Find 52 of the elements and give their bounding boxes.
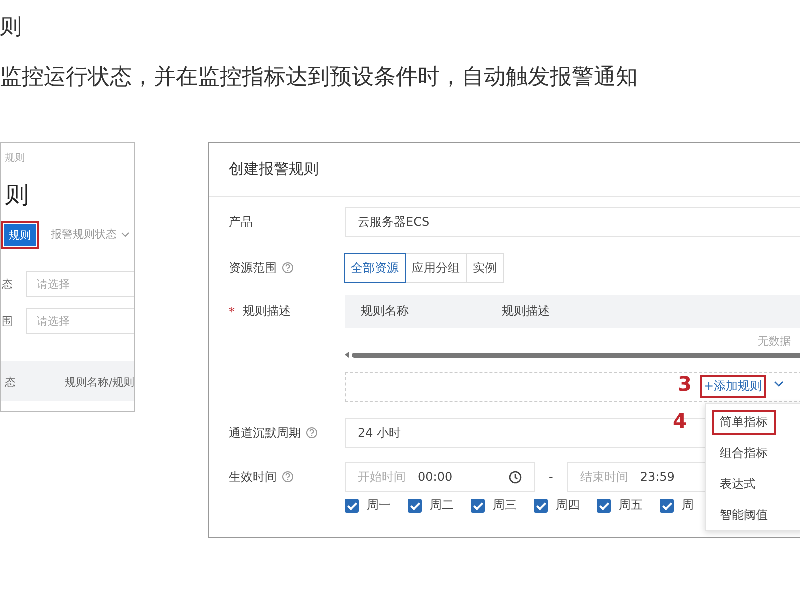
page-title: 则 [5,180,29,211]
column-header: 态 [5,375,16,390]
dialog-title: 创建报警规则 [229,160,319,178]
scope-tab[interactable]: 实例 [466,253,504,283]
checkbox[interactable] [408,498,422,512]
help-icon[interactable] [282,262,294,274]
filter-label: 围 [2,314,14,328]
weekday-label: 周二 [430,497,454,514]
field-label: 规则描述 [243,303,291,320]
weekday-label: 周四 [556,497,580,514]
weekday-label: 周一 [367,497,391,514]
scope-tab[interactable]: 全部资源 [344,253,406,283]
help-icon[interactable] [306,427,318,439]
checkbox[interactable] [534,498,548,512]
scroll-left-icon[interactable] [345,352,350,358]
help-icon[interactable] [282,471,294,483]
step-number: 3 [678,372,692,396]
field-label: 资源范围 [229,260,277,276]
filter-select[interactable]: 请选择 [26,308,134,334]
checkbox[interactable] [660,498,674,512]
filter-label: 态 [2,276,14,292]
step-number: 4 [673,409,687,433]
column-header: 规则名称 [361,304,409,318]
checkbox[interactable] [345,498,359,512]
field-label: 通道沉默周期 [229,424,301,442]
field-label: 生效时间 [229,468,277,486]
weekday-label: 周五 [619,497,643,514]
required-mark: * [229,304,235,318]
weekday-label: 周 [682,497,694,514]
chevron-icon[interactable] [121,232,130,238]
range-separator: - [549,470,554,484]
start-time-field[interactable]: 开始时间 00:00 [345,462,535,492]
scope-tab[interactable]: 应用分组 [405,253,467,283]
field-label: 产品 [229,214,253,230]
menu-item[interactable]: 智能阈值 [714,505,774,526]
create-rule-button[interactable]: 规则 [1,221,39,249]
column-header: 规则描述 [502,304,550,318]
product-select[interactable]: 云服务器ECS [345,207,800,237]
empty-text: 无数据 [758,335,791,348]
add-rule-button[interactable]: +添加规则 [702,377,764,396]
intro-text: 监控运行状态，并在监控指标达到预设条件时，自动触发报警通知 [0,64,638,92]
section-heading: 则 [0,14,22,42]
checkbox[interactable] [471,498,485,512]
weekday-label: 周三 [493,497,517,514]
filter-select[interactable]: 请选择 [26,271,134,297]
menu-item[interactable]: 组合指标 [714,443,774,464]
caret-icon[interactable] [774,381,784,388]
column-header: 规则名称/规则 [65,375,134,390]
checkbox[interactable] [597,498,611,512]
scrollbar[interactable] [352,352,800,358]
menu-item[interactable]: 简单指标 [714,412,774,433]
clock-icon [509,470,522,484]
